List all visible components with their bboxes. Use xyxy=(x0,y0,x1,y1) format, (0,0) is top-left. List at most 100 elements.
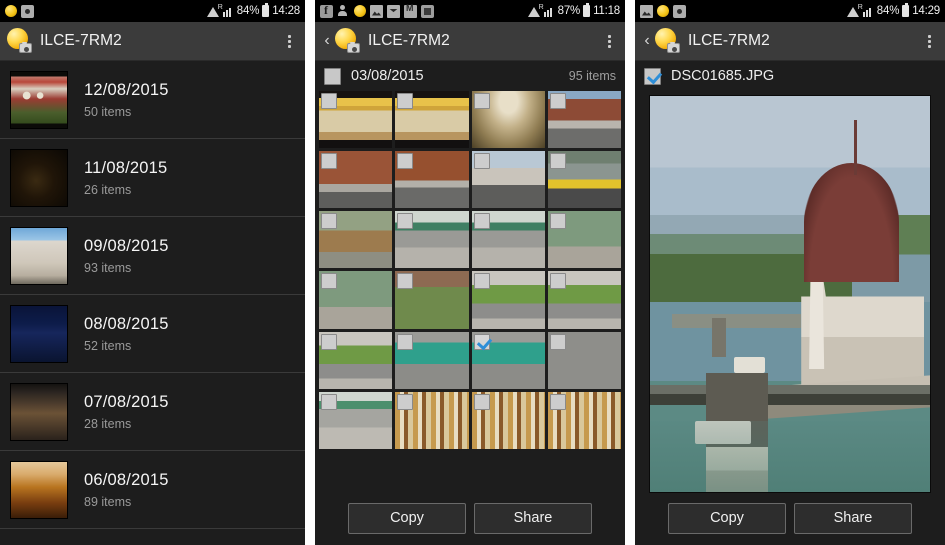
share-button[interactable]: Share xyxy=(794,502,912,534)
grid-photo-cell[interactable] xyxy=(547,391,621,449)
status-system-icons: R 84% 14:29 xyxy=(846,3,940,17)
grid-photo-cell[interactable] xyxy=(471,271,545,329)
roaming-indicator: R xyxy=(857,3,863,11)
grid-photo-cell[interactable] xyxy=(395,331,469,389)
copy-button[interactable]: Copy xyxy=(348,502,466,534)
grid-date-label: 03/08/2015 xyxy=(351,68,424,84)
photo-icon xyxy=(640,4,653,18)
grid-photo-cell[interactable] xyxy=(471,211,545,269)
grid-photo-cell[interactable] xyxy=(319,391,393,449)
photo-checkbox[interactable] xyxy=(549,153,566,170)
file-checkbox-checked[interactable] xyxy=(644,67,661,85)
photo-checkbox[interactable] xyxy=(473,213,490,230)
date-label: 08/08/2015 xyxy=(84,314,169,333)
photo-checkbox[interactable] xyxy=(549,213,566,230)
copy-button[interactable]: Copy xyxy=(668,502,786,534)
signal-icon: R xyxy=(218,4,234,17)
camera-app-icon xyxy=(654,28,680,54)
preview-chain-bridge-deck xyxy=(650,385,930,405)
grid-photo-cell[interactable] xyxy=(547,271,621,329)
grid-photo-cell[interactable] xyxy=(319,331,393,389)
list-item[interactable]: 12/08/2015 50 items xyxy=(0,61,305,139)
select-all-checkbox[interactable] xyxy=(324,67,341,85)
status-notification-icons xyxy=(320,3,528,18)
date-thumbnail xyxy=(10,148,68,207)
photo-checkbox[interactable] xyxy=(321,333,337,350)
grid-photo-cell[interactable] xyxy=(395,151,469,209)
back-icon[interactable]: ‹ xyxy=(641,33,653,49)
grid-photo-cell[interactable] xyxy=(547,91,621,149)
photo-checkbox[interactable] xyxy=(549,273,566,290)
panel-divider xyxy=(625,0,635,545)
grid-photo-cell[interactable] xyxy=(547,151,621,209)
grid-photo-cell[interactable] xyxy=(395,211,469,269)
photo-checkbox[interactable] xyxy=(321,213,337,230)
back-icon[interactable]: ‹ xyxy=(321,33,333,49)
date-thumbnail xyxy=(10,304,68,363)
action-button-bar: Copy Share xyxy=(315,497,625,545)
grid-photo-cell[interactable] xyxy=(319,211,393,269)
photo-checkbox[interactable] xyxy=(473,93,490,109)
list-item[interactable]: 08/08/2015 52 items xyxy=(0,295,305,373)
grid-photo-cell[interactable] xyxy=(547,331,621,389)
item-count: 28 items xyxy=(84,416,132,431)
preview-danube-water xyxy=(650,420,930,492)
item-count: 89 items xyxy=(84,494,132,509)
overflow-menu-icon[interactable] xyxy=(919,22,939,60)
photo-checkbox[interactable] xyxy=(321,153,337,170)
photo-checkbox-checked[interactable] xyxy=(473,333,490,350)
photo-checkbox[interactable] xyxy=(397,333,414,350)
preview-bridge-pier xyxy=(711,317,726,358)
photo-preview[interactable] xyxy=(649,95,931,493)
photo-checkbox[interactable] xyxy=(397,213,414,230)
date-label: 09/08/2015 xyxy=(84,236,169,255)
grid-photo-cell[interactable] xyxy=(319,91,393,149)
battery-percent: 87% xyxy=(557,5,581,17)
grid-photo-cell-selected[interactable] xyxy=(471,331,545,389)
list-item[interactable]: 11/08/2015 26 items xyxy=(0,139,305,217)
photo-checkbox[interactable] xyxy=(549,333,566,350)
grid-photo-cell[interactable] xyxy=(395,391,469,449)
photo-checkbox[interactable] xyxy=(321,93,337,109)
list-item[interactable]: 06/08/2015 89 items xyxy=(0,451,305,529)
overflow-menu-icon[interactable] xyxy=(279,22,299,60)
panel-divider xyxy=(305,0,315,545)
grid-photo-cell[interactable] xyxy=(319,151,393,209)
photo-checkbox[interactable] xyxy=(321,393,337,410)
item-count: 26 items xyxy=(84,182,132,197)
battery-percent: 84% xyxy=(236,5,260,17)
share-button[interactable]: Share xyxy=(474,502,592,534)
photo-checkbox[interactable] xyxy=(321,273,337,290)
list-item[interactable]: 09/08/2015 93 items xyxy=(0,217,305,295)
photo-checkbox[interactable] xyxy=(397,93,414,109)
status-bar: R 84% 14:29 xyxy=(635,0,945,22)
grid-photo-cell[interactable] xyxy=(319,271,393,329)
mail-icon xyxy=(387,4,400,18)
date-thumbnail xyxy=(10,226,68,285)
date-label: 06/08/2015 xyxy=(84,470,169,489)
facebook-icon xyxy=(320,3,333,18)
status-notification-icons xyxy=(640,4,847,18)
date-label: 11/08/2015 xyxy=(84,158,168,177)
photo-checkbox[interactable] xyxy=(397,153,414,170)
date-list[interactable]: 12/08/2015 50 items 11/08/2015 26 items … xyxy=(0,61,305,545)
photo-checkbox[interactable] xyxy=(473,393,490,410)
overflow-menu-icon[interactable] xyxy=(599,22,619,60)
grid-photo-cell[interactable] xyxy=(471,91,545,149)
grid-photo-cell[interactable] xyxy=(547,211,621,269)
photo-checkbox[interactable] xyxy=(549,393,566,410)
photo-checkbox[interactable] xyxy=(473,273,490,290)
list-item[interactable]: 07/08/2015 28 items xyxy=(0,373,305,451)
grid-photo-cell[interactable] xyxy=(395,271,469,329)
photo-checkbox[interactable] xyxy=(549,93,566,109)
photo-checkbox[interactable] xyxy=(473,153,490,170)
photo-checkbox[interactable] xyxy=(397,393,414,410)
photo-grid[interactable] xyxy=(315,91,625,497)
item-count: 93 items xyxy=(84,260,132,275)
photo-icon xyxy=(370,4,383,18)
grid-photo-cell[interactable] xyxy=(395,91,469,149)
date-thumbnail xyxy=(10,70,68,129)
grid-photo-cell[interactable] xyxy=(471,391,545,449)
grid-photo-cell[interactable] xyxy=(471,151,545,209)
photo-checkbox[interactable] xyxy=(397,273,414,290)
